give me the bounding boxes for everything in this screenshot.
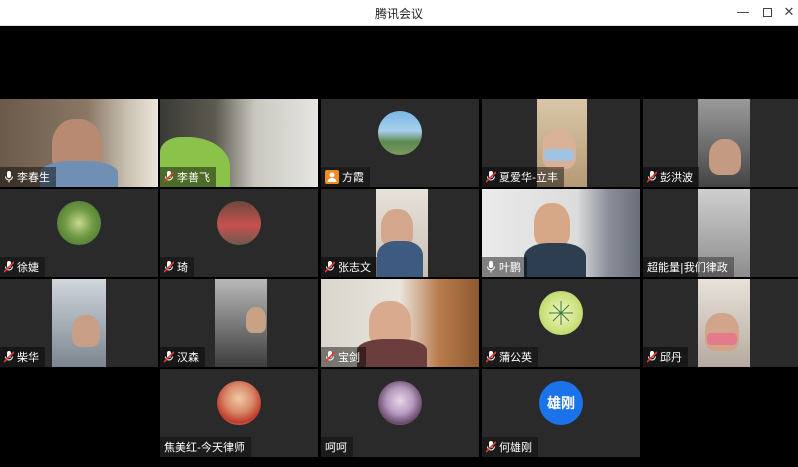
participant-name: 徐婕	[17, 261, 39, 274]
participant-label: 柴华	[0, 347, 45, 367]
mic-icon	[486, 261, 496, 273]
participant-tile[interactable]: 邱丹	[643, 279, 798, 367]
participant-name: 李善飞	[177, 171, 210, 184]
participant-label: 李春生	[0, 167, 56, 187]
participant-name: 呵呵	[325, 441, 347, 454]
video-feed	[705, 313, 739, 351]
participant-label: 李善飞	[160, 167, 216, 187]
participant-tile[interactable]: 李春生	[0, 99, 158, 187]
participant-name: 汉森	[177, 351, 199, 364]
participant-label: 宝剑	[321, 347, 366, 367]
mic-muted-icon	[325, 261, 335, 273]
participant-tile[interactable]: 叶鹏	[482, 189, 640, 277]
participant-tile[interactable]: 焦美红-今天律师	[160, 369, 318, 457]
participant-label: 蒲公英	[482, 347, 538, 367]
participant-name: 李春生	[17, 171, 50, 184]
participant-tile[interactable]: 超能量|我们律政	[643, 189, 798, 277]
participant-label: 彭洪波	[643, 167, 699, 187]
participant-label: 超能量|我们律政	[643, 257, 734, 277]
participant-name: 柴华	[17, 351, 39, 364]
video-feed	[357, 339, 427, 367]
avatar: 雄刚	[539, 381, 583, 425]
video-feed	[544, 149, 574, 161]
participant-name: 邱丹	[660, 351, 682, 364]
participant-name: 宝剑	[338, 351, 360, 364]
video-feed	[524, 243, 586, 277]
participant-tile[interactable]: 彭洪波	[643, 99, 798, 187]
participant-label: 呵呵	[321, 437, 353, 457]
participant-label: 何雄刚	[482, 437, 538, 457]
participant-label: 琦	[160, 257, 194, 277]
mic-muted-icon	[4, 261, 14, 273]
minimize-button[interactable]: —	[733, 3, 753, 23]
avatar	[539, 291, 583, 335]
video-feed	[377, 241, 423, 277]
close-button[interactable]: ✕	[779, 3, 798, 23]
mic-muted-icon	[164, 351, 174, 363]
participant-name: 夏爱华-立丰	[499, 171, 558, 184]
participant-name: 张志文	[338, 261, 371, 274]
participant-name: 方霞	[342, 171, 364, 184]
participant-name: 彭洪波	[660, 171, 693, 184]
participant-label: 徐婕	[0, 257, 45, 277]
participant-tile[interactable]: 柴华	[0, 279, 158, 367]
avatar	[217, 381, 261, 425]
avatar	[378, 111, 422, 155]
avatar	[217, 201, 261, 245]
mic-muted-icon	[486, 441, 496, 453]
participant-label: 夏爱华-立丰	[482, 167, 564, 187]
mic-muted-icon	[4, 351, 14, 363]
mic-muted-icon	[647, 351, 657, 363]
mic-muted-icon	[164, 171, 174, 183]
avatar	[57, 201, 101, 245]
participant-name: 何雄刚	[499, 441, 532, 454]
participant-name: 蒲公英	[499, 351, 532, 364]
video-feed	[707, 333, 737, 345]
mic-muted-icon	[647, 171, 657, 183]
participant-tile[interactable]: 琦	[160, 189, 318, 277]
user-badge-icon	[325, 170, 339, 184]
mic-muted-icon	[486, 171, 496, 183]
video-feed	[709, 139, 741, 175]
participant-tile[interactable]: 蒲公英	[482, 279, 640, 367]
participant-tile[interactable]: 徐婕	[0, 189, 158, 277]
window-title: 腾讯会议	[374, 7, 423, 21]
mic-icon	[4, 171, 14, 183]
mic-muted-icon	[486, 351, 496, 363]
participant-tile[interactable]: 呵呵	[321, 369, 479, 457]
participant-name: 焦美红-今天律师	[164, 441, 245, 454]
mic-muted-icon	[164, 261, 174, 273]
participant-tile[interactable]: 张志文	[321, 189, 479, 277]
close-icon: ✕	[783, 5, 795, 20]
video-grid: 李春生 李善飞 方霞 夏爱华-立丰 彭洪波 徐婕 琦 张志文 叶鹏 超能量|我们…	[0, 26, 798, 467]
participant-tile[interactable]: 夏爱华-立丰	[482, 99, 640, 187]
participant-label: 焦美红-今天律师	[160, 437, 251, 457]
participant-tile[interactable]: 雄刚 何雄刚	[482, 369, 640, 457]
participant-name: 超能量|我们律政	[647, 261, 728, 274]
participant-name: 琦	[177, 261, 188, 274]
maximize-button[interactable]	[757, 3, 777, 23]
title-bar: 腾讯会议 — ✕	[0, 0, 798, 26]
video-feed	[534, 203, 570, 247]
mic-muted-icon	[325, 351, 335, 363]
participant-label: 叶鹏	[482, 257, 527, 277]
minimize-icon: —	[736, 5, 750, 20]
participant-tile[interactable]: 李善飞	[160, 99, 318, 187]
participant-label: 邱丹	[643, 347, 688, 367]
participant-label: 方霞	[321, 167, 370, 187]
participant-tile[interactable]: 汉森	[160, 279, 318, 367]
video-feed	[246, 307, 266, 333]
maximize-icon	[762, 8, 772, 17]
video-feed	[72, 315, 100, 347]
participant-label: 汉森	[160, 347, 205, 367]
participant-label: 张志文	[321, 257, 377, 277]
participant-name: 叶鹏	[499, 261, 521, 274]
avatar	[378, 381, 422, 425]
participant-tile[interactable]: 方霞	[321, 99, 479, 187]
participant-tile[interactable]: 宝剑	[321, 279, 479, 367]
